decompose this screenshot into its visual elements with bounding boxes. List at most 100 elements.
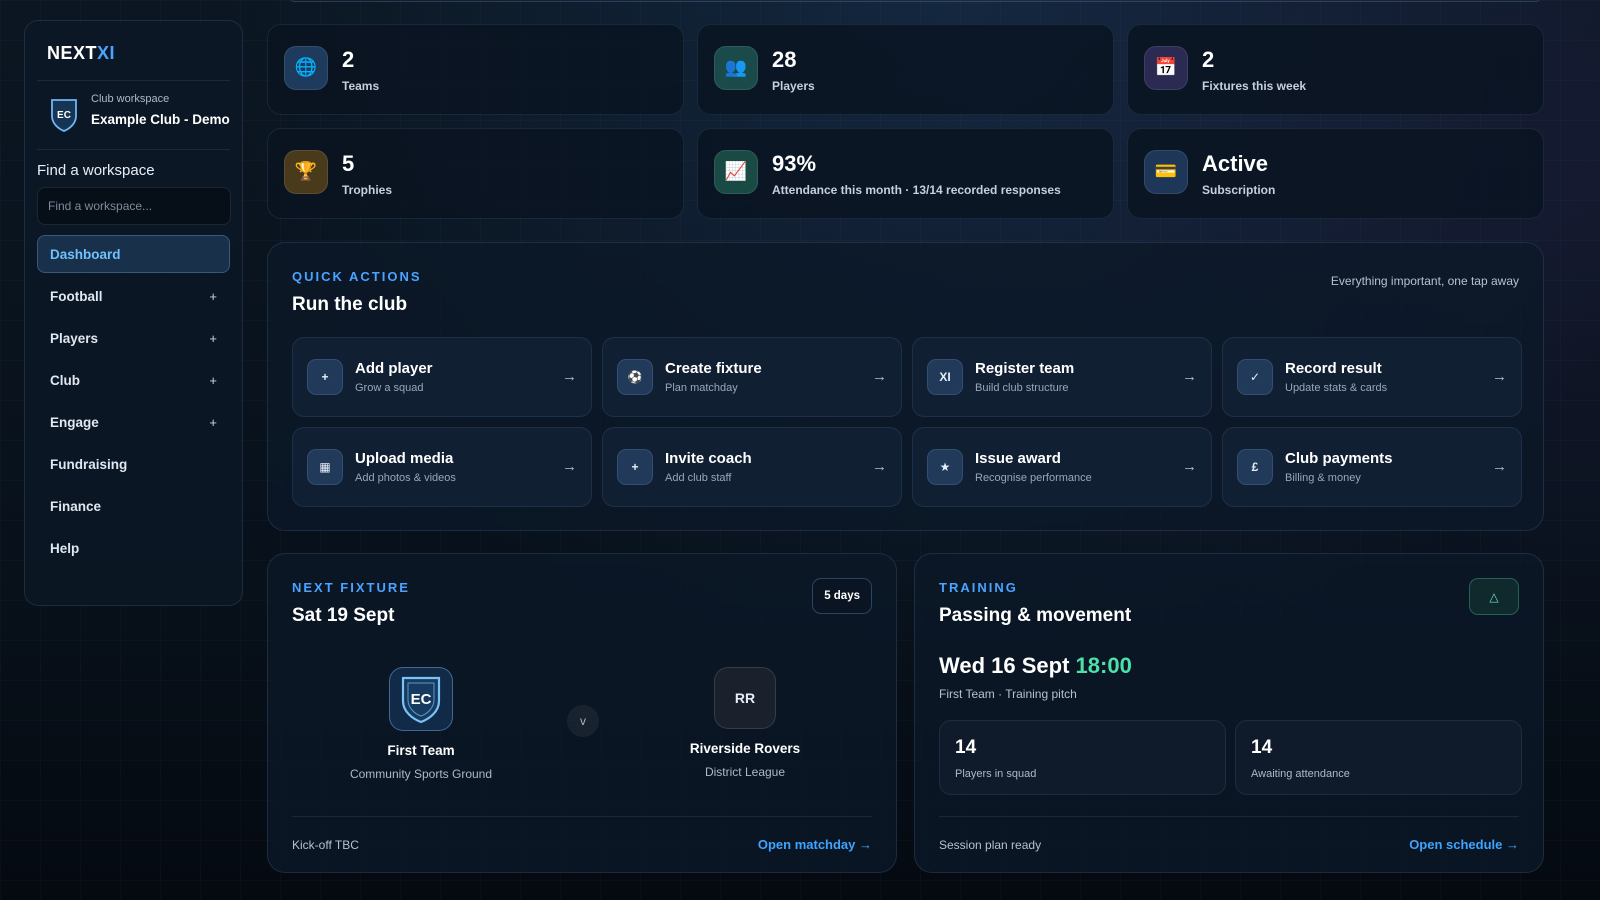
arrow-right-icon: → <box>1182 368 1197 385</box>
stat-card-attendance[interactable]: 📈 93% Attendance this month · 13/14 record… <box>697 128 1114 219</box>
arrow-right-icon: → <box>1492 368 1507 385</box>
record-result-button[interactable]: ✓ Record result Update stats & cards → <box>1222 337 1522 417</box>
open-schedule-link[interactable]: Open schedule → <box>1409 837 1519 852</box>
action-subtitle: Update stats & cards <box>1285 382 1388 394</box>
expand-plus-icon[interactable]: + <box>209 331 217 346</box>
away-team[interactable]: RR Riverside Rovers District League <box>645 667 845 779</box>
action-text: Register team Build club structure <box>975 360 1074 394</box>
action-title: Invite coach <box>665 450 752 467</box>
sidebar-item-help[interactable]: Help <box>37 529 230 567</box>
sidebar-item-dashboard[interactable]: Dashboard <box>37 235 230 273</box>
action-subtitle: Grow a squad <box>355 382 424 394</box>
action-subtitle: Billing & money <box>1285 472 1361 484</box>
action-text: Create fixture Plan matchday <box>665 360 762 394</box>
issue-award-button[interactable]: ★ Issue award Recognise performance → <box>912 427 1212 507</box>
stat-label: Attendance this month · 13/14 recorded r… <box>772 182 1061 197</box>
action-text: Record result Update stats & cards <box>1285 360 1387 394</box>
sidebar-item-fundraising[interactable]: Fundraising <box>37 445 230 483</box>
brand-prefix: NEXT <box>47 43 98 63</box>
club-payments-button[interactable]: £ Club payments Billing & money → <box>1222 427 1522 507</box>
chart-icon: 📈 <box>714 149 758 194</box>
quick-actions-title: Run the club <box>292 294 408 315</box>
pound-icon: £ <box>1237 449 1273 485</box>
sidebar-item-label: Help <box>50 540 80 556</box>
upload-media-button[interactable]: ▦ Upload media Add photos & videos → <box>292 427 592 507</box>
action-title: Upload media <box>355 450 454 467</box>
divider <box>37 149 230 150</box>
away-team-league: District League <box>704 765 786 779</box>
stat-card-fixtures[interactable]: 📅 2 Fixtures this week <box>1127 24 1544 115</box>
stat-text: 93% Attendance this month · 13/14 recorde… <box>772 151 1061 197</box>
xi-icon: XI <box>927 359 963 395</box>
stat-label: Fixtures this week <box>1202 78 1307 93</box>
training-day: Wed 16 Sept <box>939 653 1070 678</box>
action-title: Add player <box>355 360 433 377</box>
add-player-button[interactable]: + Add player Grow a squad → <box>292 337 592 417</box>
training-time: 18:00 <box>1075 653 1132 678</box>
action-text: Issue award Recognise performance <box>975 450 1092 484</box>
register-team-button[interactable]: XI Register team Build club structure → <box>912 337 1212 417</box>
stat-label: Players <box>772 78 815 93</box>
next-fixture-panel: NEXT FIXTURE Sat 19 Sept 5 days EC First… <box>267 553 897 873</box>
home-crest-initials: EC <box>411 691 432 708</box>
club-crest-icon: EC <box>49 97 79 133</box>
stat-value: 28 <box>772 46 797 72</box>
divider <box>37 80 230 81</box>
sidebar-item-label: Engage <box>50 414 99 430</box>
training-title: Passing & movement <box>939 605 1132 626</box>
sidebar-item-players[interactable]: Players + <box>37 319 230 357</box>
sidebar-item-finance[interactable]: Finance <box>37 487 230 525</box>
training-location: First Team · Training pitch <box>939 687 1077 701</box>
expand-plus-icon[interactable]: + <box>209 373 217 388</box>
arrow-right-icon: → <box>1492 458 1507 475</box>
awaiting-attendance-card: 14 Awaiting attendance <box>1235 720 1522 795</box>
arrow-right-icon: → <box>562 458 577 475</box>
session-status-text: Session plan ready <box>939 837 1042 852</box>
home-crest-icon: EC <box>389 667 453 731</box>
image-icon: ▦ <box>307 449 343 485</box>
home-team-name: First Team <box>387 743 455 758</box>
next-fixture-eyebrow: NEXT FIXTURE <box>292 580 410 595</box>
check-icon: ✓ <box>1237 359 1273 395</box>
sidebar-item-label: Finance <box>50 498 102 514</box>
people-icon: 👥 <box>714 45 758 90</box>
stat-value: 2 <box>1202 46 1215 72</box>
stat-card-players[interactable]: 👥 28 Players <box>697 24 1114 115</box>
workspace-switcher[interactable]: EC Club workspace Example Club - Demo <box>37 93 230 133</box>
home-team-venue: Community Sports Ground <box>349 767 493 781</box>
sidebar-item-football[interactable]: Football + <box>37 277 230 315</box>
action-text: Invite coach Add club staff <box>665 450 752 484</box>
find-workspace-label: Find a workspace <box>37 162 155 179</box>
arrow-right-icon: → <box>1182 458 1197 475</box>
action-subtitle: Plan matchday <box>665 382 738 394</box>
stat-card-trophies[interactable]: 🏆 5 Trophies <box>267 128 684 219</box>
open-matchday-link[interactable]: Open matchday → <box>758 837 872 852</box>
workspace-search-input[interactable] <box>37 187 231 225</box>
top-panel-edge <box>290 0 1540 2</box>
sidebar-item-label: Football <box>50 288 103 304</box>
expand-plus-icon[interactable]: + <box>209 289 217 304</box>
stat-value: Active <box>1202 150 1269 176</box>
brand-logo[interactable]: NEXTXI <box>37 43 230 64</box>
sidebar-item-club[interactable]: Club + <box>37 361 230 399</box>
awaiting-attendance-label: Awaiting attendance <box>1251 768 1350 780</box>
workspace-name: Example Club - Demo <box>91 112 230 127</box>
plus-icon: + <box>617 449 653 485</box>
collapse-toggle-button[interactable]: △ <box>1469 578 1519 615</box>
triangle-icon: △ <box>1489 589 1499 604</box>
home-team[interactable]: EC First Team Community Sports Ground <box>321 667 521 781</box>
quick-actions-grid: + Add player Grow a squad → ⚽ Create fixture P… <box>292 337 1522 507</box>
countdown-badge: 5 days <box>812 578 872 614</box>
crest-initials: EC <box>57 110 71 121</box>
invite-coach-button[interactable]: + Invite coach Add club staff → <box>602 427 902 507</box>
plus-icon: + <box>307 359 343 395</box>
expand-plus-icon[interactable]: + <box>209 415 217 430</box>
stat-text: 5 Trophies <box>342 151 392 197</box>
stat-card-subscription[interactable]: 💳 Active Subscription <box>1127 128 1544 219</box>
create-fixture-button[interactable]: ⚽ Create fixture Plan matchday → <box>602 337 902 417</box>
sidebar-item-engage[interactable]: Engage + <box>37 403 230 441</box>
sidebar-item-label: Players <box>50 330 99 346</box>
card-icon: 💳 <box>1144 149 1188 194</box>
stat-card-teams[interactable]: 🌐 2 Teams <box>267 24 684 115</box>
calendar-icon: 📅 <box>1144 45 1188 90</box>
